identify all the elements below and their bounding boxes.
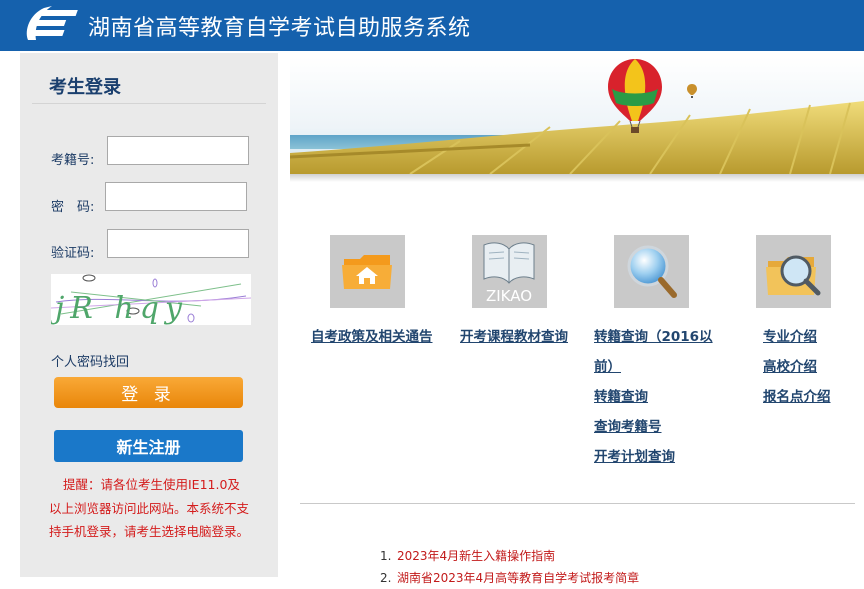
login-divider — [32, 103, 266, 104]
list-item: 2. 湖南省2023年4月高等教育自学考试报考简章 — [380, 567, 639, 589]
balloon-landscape-icon — [290, 57, 864, 174]
link-registration-point-intro[interactable]: 报名点介绍 — [763, 385, 831, 405]
link-exam-plan-query[interactable]: 开考计划查询 — [594, 445, 675, 465]
site-header: 湖南省高等教育自学考试自助服务系统 — [0, 0, 864, 51]
link-textbook-query[interactable]: 开考课程教材查询 — [460, 325, 568, 345]
register-button[interactable]: 新生注册 — [54, 430, 243, 462]
password-label: 密 码: — [51, 200, 95, 215]
tile-textbook[interactable]: ZIKAO — [472, 235, 547, 308]
captcha-image[interactable]: jR hqy — [49, 274, 252, 326]
login-title: 考生登录 — [49, 77, 121, 98]
news-link[interactable]: 2023年4月新生入籍操作指南 — [397, 549, 555, 563]
link-transfer-query-2016[interactable]: 转籍查询（2016以 — [594, 325, 713, 345]
magnifier-icon — [627, 245, 677, 298]
news-number: 2. — [380, 571, 392, 585]
folder-home-icon — [342, 255, 392, 289]
banner-shadow — [290, 174, 864, 182]
link-major-intro[interactable]: 专业介绍 — [763, 325, 817, 345]
browser-notice: 提醒：请各位考生使用IE11.0及以上浏览器访问此网站。本系统不支持手机登录，请… — [49, 473, 249, 544]
site-title: 湖南省高等教育自学考试自助服务系统 — [88, 16, 471, 41]
folder-magnifier-icon — [766, 255, 821, 296]
captcha-text: jR hqy — [51, 291, 188, 325]
captcha-input[interactable] — [107, 229, 249, 258]
zikao-label: ZIKAO — [486, 287, 532, 305]
content-divider — [300, 503, 855, 504]
link-transfer-query-2016-cont[interactable]: 前） — [594, 355, 621, 375]
link-college-intro[interactable]: 高校介绍 — [763, 355, 817, 375]
login-panel: 考生登录 考籍号: 密 码: 验证码: jR hqy 个人密码找回 登 录 新生… — [20, 53, 278, 577]
tile-major[interactable] — [756, 235, 831, 308]
captcha-label: 验证码: — [51, 246, 95, 261]
tile-policy[interactable] — [330, 235, 405, 308]
news-list: 1. 2023年4月新生入籍操作指南 2. 湖南省2023年4月高等教育自学考试报考… — [380, 545, 639, 589]
password-input[interactable] — [105, 182, 247, 211]
exam-id-input[interactable] — [107, 136, 249, 165]
list-item: 1. 2023年4月新生入籍操作指南 — [380, 545, 639, 567]
exam-id-label: 考籍号: — [51, 153, 95, 168]
link-transfer-query[interactable]: 转籍查询 — [594, 385, 648, 405]
forgot-password-link[interactable]: 个人密码找回 — [51, 351, 129, 370]
link-policy-notice[interactable]: 自考政策及相关通告 — [311, 325, 433, 345]
zikao-book-icon: ZIKAO — [483, 242, 535, 305]
link-exam-id-query[interactable]: 查询考籍号 — [594, 415, 662, 435]
news-number: 1. — [380, 549, 392, 563]
login-button[interactable]: 登 录 — [54, 377, 243, 408]
tile-transfer[interactable] — [614, 235, 689, 308]
browser-notice-text: 提醒：请各位考生使用IE11.0及以上浏览器访问此网站。本系统不支持手机登录，请… — [49, 477, 250, 539]
logo-icon — [26, 6, 78, 40]
news-link[interactable]: 湖南省2023年4月高等教育自学考试报考简章 — [397, 571, 639, 585]
banner-image — [290, 57, 864, 174]
